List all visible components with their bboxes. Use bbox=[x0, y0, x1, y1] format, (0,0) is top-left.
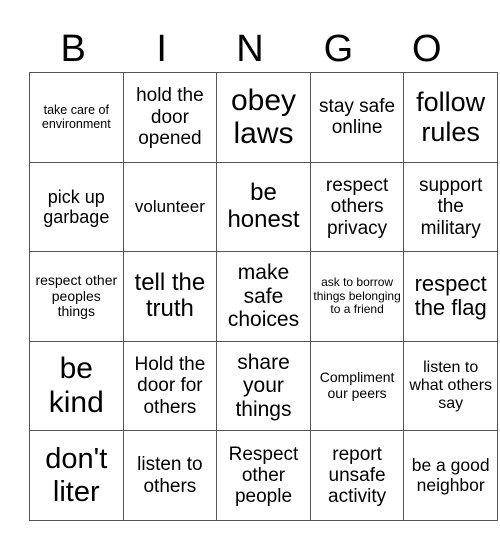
bingo-cell[interactable]: pick up garbage bbox=[29, 161, 124, 253]
bingo-cell[interactable]: follow rules bbox=[403, 72, 498, 163]
bingo-cell[interactable]: hold the door opened bbox=[122, 72, 218, 163]
bingo-header: B I N G O bbox=[29, 26, 471, 72]
header-letter-b: B bbox=[60, 28, 86, 70]
bingo-cell[interactable]: listen to what others say bbox=[403, 340, 498, 432]
grid-row: pick up garbage volunteer be honest resp… bbox=[29, 161, 498, 253]
bingo-cell[interactable]: Respect other people bbox=[216, 430, 311, 521]
grid-row: be kind Hold the door for others share y… bbox=[29, 340, 498, 432]
grid-row: respect other peoples things tell the tr… bbox=[29, 251, 498, 342]
bingo-cell[interactable]: stay safe online bbox=[309, 72, 405, 163]
bingo-cell[interactable]: volunteer bbox=[122, 161, 218, 253]
bingo-cell[interactable]: don't liter bbox=[29, 430, 124, 521]
bingo-cell[interactable]: respect the flag bbox=[403, 251, 498, 342]
bingo-cell[interactable]: ask to borrow things belonging to a frie… bbox=[309, 251, 405, 342]
bingo-cell[interactable]: respect other peoples things bbox=[29, 251, 124, 342]
bingo-cell[interactable]: share your things bbox=[216, 340, 311, 432]
bingo-cell[interactable]: make safe choices bbox=[216, 251, 311, 342]
header-letter-n: N bbox=[236, 28, 264, 70]
bingo-cell[interactable]: respect others privacy bbox=[309, 161, 405, 253]
header-letter-i: I bbox=[156, 28, 167, 70]
grid-row: don't liter listen to others Respect oth… bbox=[29, 430, 498, 521]
bingo-cell[interactable]: Compliment our peers bbox=[309, 340, 405, 432]
bingo-cell[interactable]: Hold the door for others bbox=[122, 340, 218, 432]
bingo-cell[interactable]: listen to others bbox=[122, 430, 218, 521]
bingo-cell[interactable]: be honest bbox=[216, 161, 311, 253]
grid-row: take care of environment hold the door o… bbox=[29, 72, 498, 163]
header-letter-o: O bbox=[412, 28, 442, 70]
bingo-cell[interactable]: be a good neighbor bbox=[403, 430, 498, 521]
bingo-cell[interactable]: obey laws bbox=[216, 72, 311, 163]
bingo-cell[interactable]: tell the truth bbox=[122, 251, 218, 342]
bingo-cell[interactable]: support the military bbox=[403, 161, 498, 253]
bingo-cell[interactable]: take care of environment bbox=[29, 72, 124, 163]
bingo-grid: take care of environment hold the door o… bbox=[29, 72, 498, 521]
bingo-cell[interactable]: report unsafe activity bbox=[309, 430, 405, 521]
header-letter-g: G bbox=[323, 28, 354, 70]
bingo-cell[interactable]: be kind bbox=[29, 340, 124, 432]
